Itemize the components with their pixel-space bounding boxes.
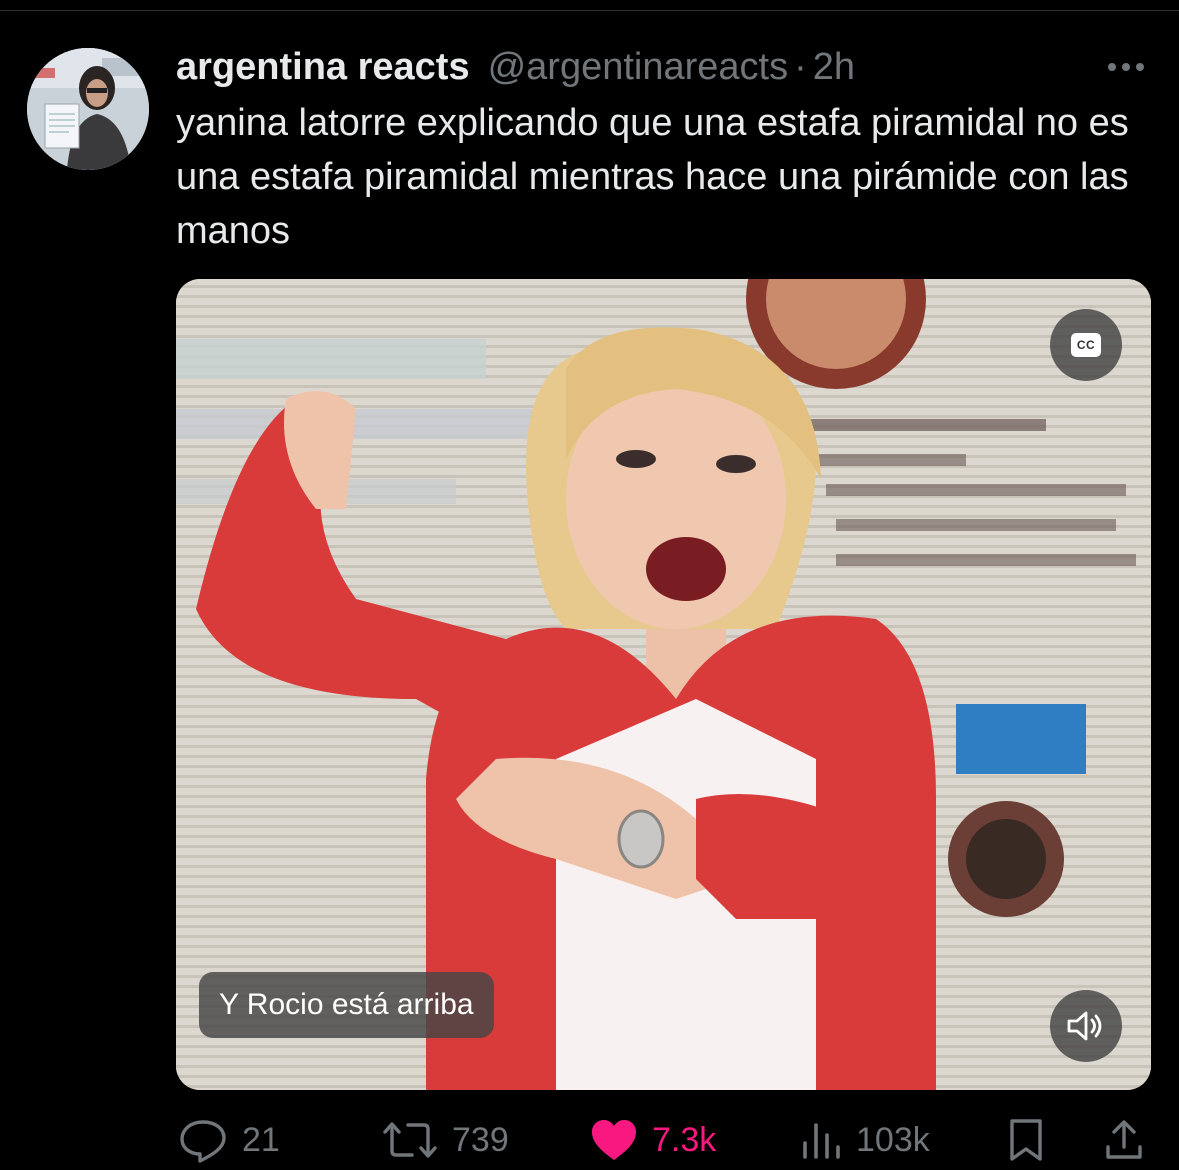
- video-frame: [176, 279, 1151, 1090]
- views-button[interactable]: 103k: [800, 1110, 930, 1170]
- tweet-timestamp[interactable]: 2h: [813, 46, 855, 89]
- heart-filled-icon: [592, 1120, 636, 1160]
- top-divider: [0, 10, 1179, 11]
- author-name[interactable]: argentina reacts: [176, 46, 470, 89]
- author-handle[interactable]: @argentinareacts: [488, 46, 789, 89]
- repost-icon: [383, 1122, 437, 1158]
- repost-count: 739: [452, 1120, 509, 1159]
- volume-button[interactable]: [1050, 990, 1122, 1062]
- video-player[interactable]: CC Y Rocio está arriba: [176, 279, 1151, 1090]
- speaker-muted-icon: [1067, 1011, 1102, 1041]
- reply-count: 21: [242, 1120, 280, 1159]
- views-count: 103k: [856, 1120, 930, 1159]
- author-avatar[interactable]: [27, 48, 149, 170]
- closed-captions-button[interactable]: CC: [1050, 309, 1122, 381]
- avatar-image: [27, 48, 149, 170]
- tweet-header: argentina reacts @argentinareacts · 2h: [176, 42, 855, 92]
- reply-icon: [180, 1120, 226, 1163]
- like-count: 7.3k: [652, 1120, 717, 1159]
- closed-captions-icon: CC: [1071, 333, 1101, 357]
- share-icon: [1106, 1120, 1142, 1159]
- tweet-text: yanina latorre explicando que una estafa…: [176, 102, 1129, 252]
- views-icon: [803, 1123, 840, 1159]
- separator-dot: ·: [794, 45, 807, 88]
- bookmark-icon: [1010, 1119, 1042, 1161]
- repost-button[interactable]: 739: [382, 1110, 509, 1170]
- like-button[interactable]: 7.3k: [590, 1110, 716, 1170]
- share-button[interactable]: [1102, 1110, 1146, 1170]
- tweet-actions: 21 739 7.3k 103k: [0, 1110, 1179, 1170]
- bookmark-button[interactable]: [1006, 1110, 1046, 1170]
- more-options-icon[interactable]: [1100, 52, 1152, 82]
- reply-button[interactable]: 21: [178, 1110, 280, 1170]
- video-caption: Y Rocio está arriba: [199, 972, 494, 1038]
